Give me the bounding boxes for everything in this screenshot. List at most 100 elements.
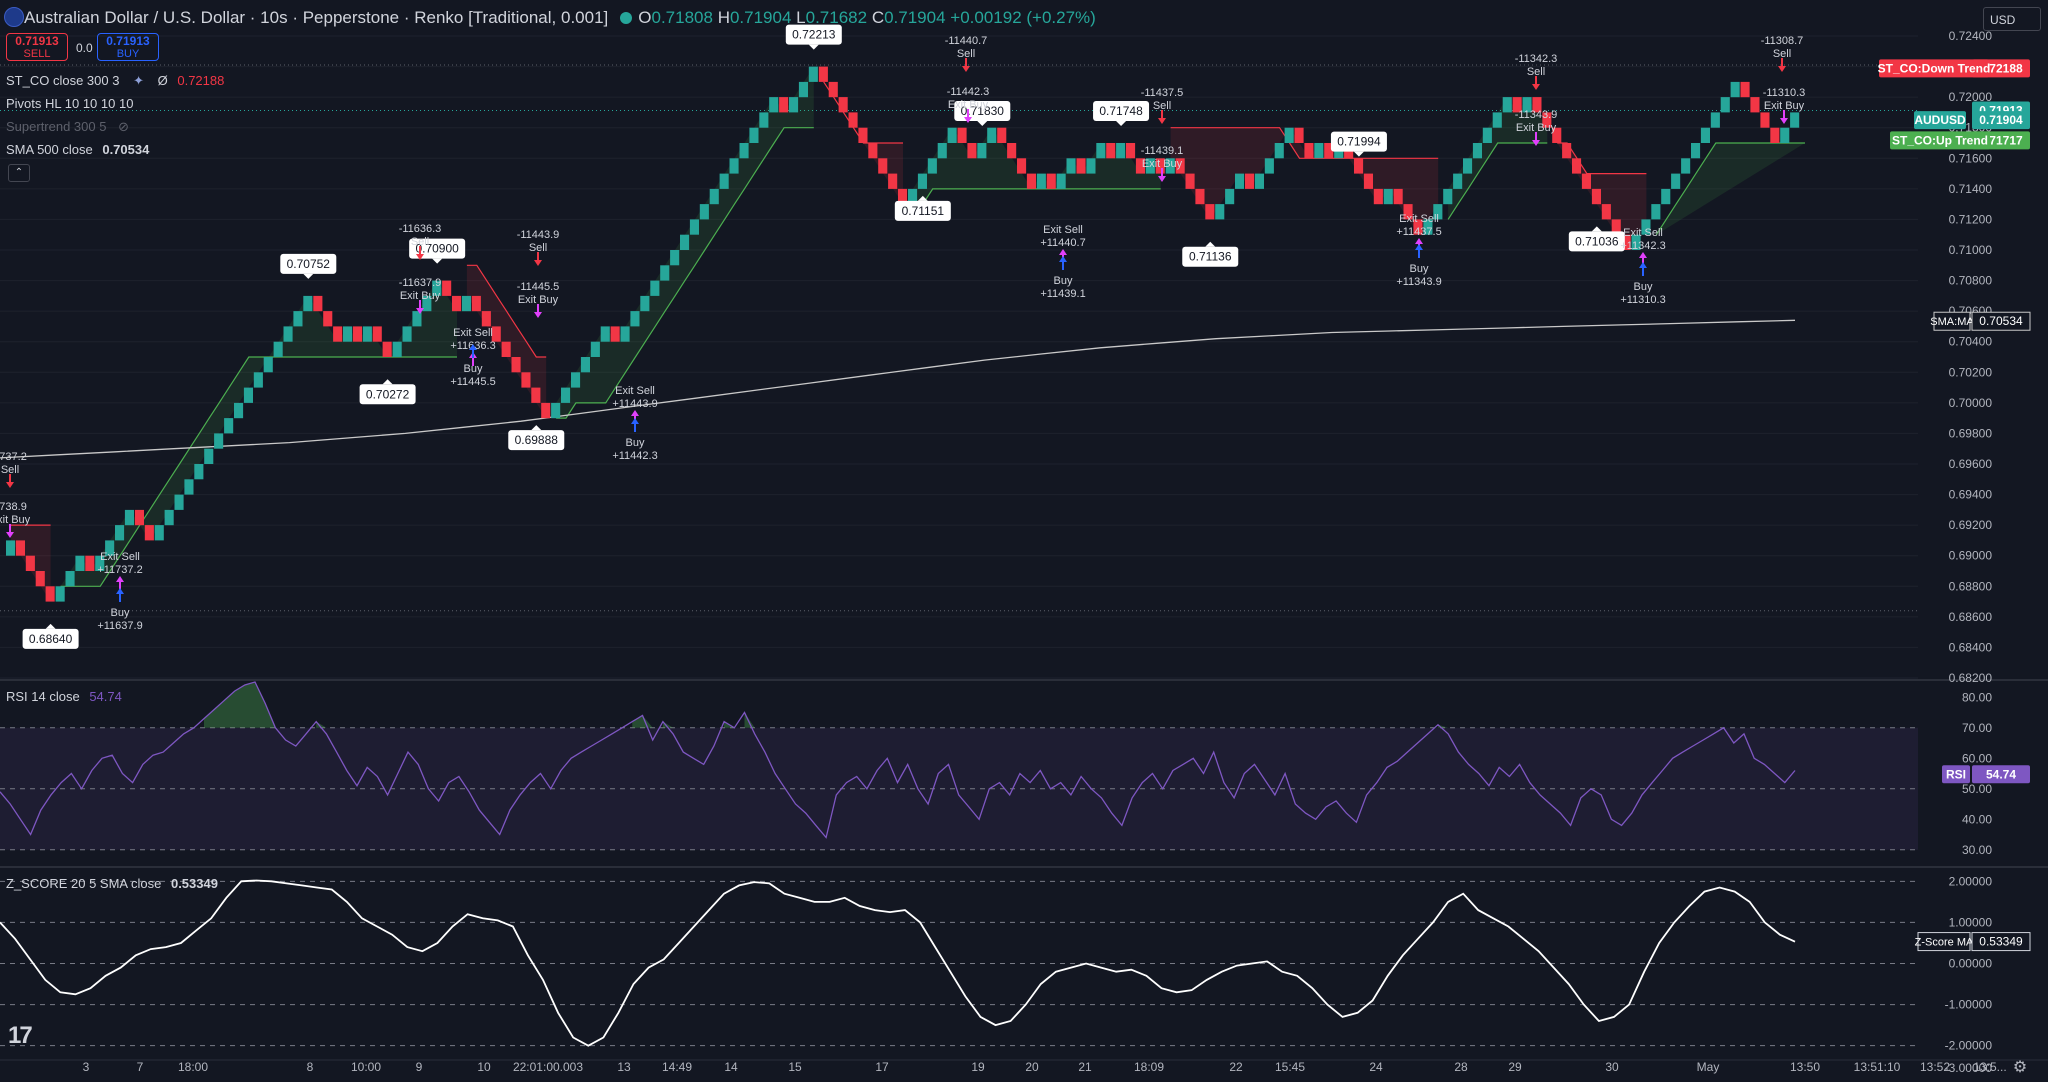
x-tick-15: 21 [1078,1060,1092,1074]
renko-brick-up [789,97,799,113]
renko-brick-up [1492,112,1502,128]
renko-brick-up [392,341,402,357]
indicator-pivots[interactable]: Pivots HL 10 10 10 10 [6,96,133,111]
renko-brick-up [1116,143,1126,159]
x-tick-11: 15 [788,1060,802,1074]
renko-brick-up [124,509,134,526]
pivot-pointer-3 [432,258,443,264]
indicator-zscore[interactable]: Z_SCORE 20 5 SMA close 0.53349 [6,876,218,891]
symbol-title[interactable]: Australian Dollar / U.S. Dollar · 10s · … [24,8,608,28]
renko-brick-up [1056,173,1066,189]
pivot-pointer-8 [1116,121,1127,126]
renko-brick-down [888,173,898,189]
spread-value: 0.0 [76,41,93,55]
symbol-header: Australian Dollar / U.S. Dollar · 10s · … [0,0,1096,36]
renko-brick-up [1482,127,1492,143]
renko-brick-down [868,143,878,159]
pivot-pointer-1 [303,273,314,279]
renko-brick-down [1007,143,1017,159]
tag-st-down-name: ST_CO:Down Trend [1878,61,1991,75]
renko-brick-up [620,326,630,342]
currency-selector[interactable]: USD [1983,7,2041,31]
sell-button[interactable]: 0.71913 SELL [6,33,68,61]
eye-hidden-icon[interactable]: ⊘ [118,119,129,134]
renko-brick-up [729,158,739,174]
x-tick-7: 22:01:00.003 [513,1060,583,1074]
renko-brick-up [1671,173,1681,189]
signal-text-2-0: Exit Sell [100,551,140,563]
renko-brick-down [779,97,789,113]
renko-brick-down [1572,158,1582,174]
renko-brick-up [1502,97,1512,113]
collapse-legend-button[interactable]: ⌃ [8,164,30,182]
renko-brick-down [45,586,55,602]
sell-label: SELL [23,48,51,60]
signal-text-4-0: -11636.3 [399,223,442,235]
indicator-st-co-value: 0.72188 [177,73,225,88]
indicator-st-co-extra: Ø [157,73,168,88]
tradingview-logo[interactable]: 17 [8,1022,33,1050]
indicator-zscore-name: Z_SCORE 20 5 SMA close [6,876,162,891]
renko-brick-down [1770,127,1780,143]
indicator-supertrend[interactable]: Supertrend 300 5 ⊘ [6,119,129,135]
signal-text-0-0: 1737.2 [0,451,27,463]
renko-brick-up [1314,143,1324,159]
renko-brick-up [1780,127,1790,143]
settings-icon[interactable]: ✦ [133,73,144,88]
tag-zscore-value: 0.53349 [1979,935,2023,949]
renko-brick-down [818,66,828,82]
renko-brick-up [808,66,818,82]
renko-brick-down [1017,158,1027,174]
main-y-tick-16: 0.69200 [1949,518,1993,532]
x-tick-14: 20 [1025,1060,1039,1074]
indicator-rsi-value: 54.74 [89,689,122,704]
indicator-rsi[interactable]: RSI 14 close 54.74 [6,689,122,704]
main-y-tick-17: 0.69000 [1949,549,1993,563]
rsi-y-tick-5: 30.00 [1962,843,1992,857]
tag-sma-name: SMA:MA [1930,316,1974,328]
renko-brick-down [352,326,362,342]
pivot-pointer-7 [977,121,988,126]
signal-text-15-1: +11439.1 [1040,288,1085,300]
signal-text-11-1: +11442.3 [612,450,657,462]
signal-arrow-down-25 [1780,110,1788,124]
renko-brick-down [134,509,144,526]
renko-brick-up [600,326,610,342]
renko-brick-down [35,571,45,587]
signal-arrow-up-19 [1415,244,1423,258]
renko-brick-down [957,127,967,143]
buy-button[interactable]: 0.71913 BUY [97,33,159,61]
x-tick-23: May [1697,1060,1720,1074]
renko-brick-down [1581,173,1591,189]
buy-price: 0.71913 [106,34,150,48]
renko-brick-up [1036,173,1046,189]
x-tick-25: 13:51:10 [1854,1060,1901,1074]
renko-brick-up [1720,97,1730,113]
pivot-pointer-5 [808,44,819,50]
pivot-pointer-4 [531,425,542,431]
indicator-st-co[interactable]: ST_CO close 300 3 ✦ Ø 0.72188 [6,73,224,89]
renko-brick-up [263,357,273,373]
signal-arrow-down-20 [1532,76,1540,90]
signal-text-2-1: +11737.2 [97,564,142,576]
signal-text-5-0: -11637.9 [399,277,442,289]
renko-brick-up [759,112,769,128]
indicator-sma[interactable]: SMA 500 close 0.70534 [6,142,149,157]
renko-brick-down [1026,173,1036,189]
renko-brick-down [848,112,858,128]
ohlc-c-label: C [871,8,885,27]
renko-brick-up [283,326,293,342]
renko-brick-down [967,143,977,159]
renko-brick-down [610,326,620,342]
signal-text-8-0: -11443.9 [517,229,560,241]
ohlc-h-label: H [717,8,730,27]
renko-brick-up [1710,112,1720,128]
renko-brick-down [828,81,838,98]
renko-brick-up [699,204,709,220]
chart-canvas[interactable]: 0.724000.722000.720000.718000.716000.714… [0,0,2048,1082]
signal-text-16-0: -11437.5 [1141,87,1184,99]
signal-text-20-0: -11342.3 [1515,53,1558,65]
renko-brick-down [1046,173,1056,189]
pivot-pointer-10 [1353,151,1364,157]
signal-text-3-0: Buy [111,607,130,619]
